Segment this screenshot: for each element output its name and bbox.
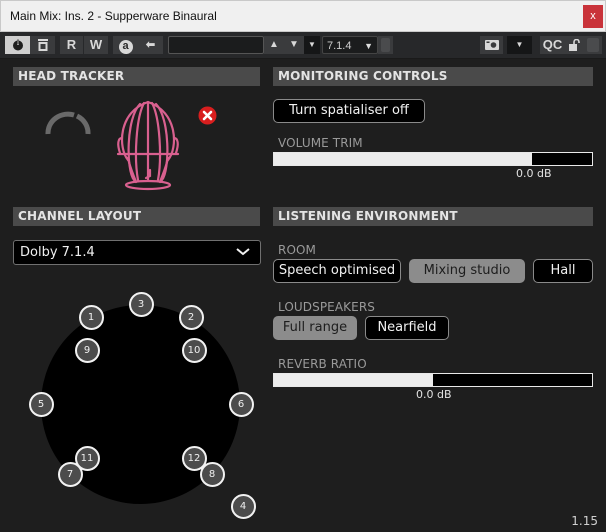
- arrow-button[interactable]: ⬅: [138, 36, 163, 54]
- format-toggle[interactable]: [378, 36, 393, 54]
- speaker-4[interactable]: 4: [230, 493, 256, 519]
- tracker-disconnected-icon[interactable]: [198, 106, 217, 125]
- preset-field[interactable]: [168, 36, 264, 54]
- loudspeaker-option-nearfield[interactable]: Nearfield: [365, 316, 449, 340]
- room-option-hall[interactable]: Hall: [533, 259, 593, 283]
- loudspeakers-label: LOUDSPEAKERS: [278, 300, 375, 314]
- caret-down-icon: ▼: [308, 40, 316, 49]
- volume-trim-fill: [274, 153, 532, 165]
- turn-spatialiser-off-button[interactable]: Turn spatialiser off: [273, 99, 425, 123]
- bypass-button[interactable]: [30, 36, 55, 54]
- auto-button[interactable]: a: [113, 36, 138, 54]
- reverb-ratio-fill: [274, 374, 433, 386]
- room-option-speech-optimised[interactable]: Speech optimised: [273, 259, 401, 283]
- speaker-5[interactable]: 5: [28, 391, 54, 417]
- preset-menu-button[interactable]: ▼: [304, 36, 320, 54]
- preset-prev-button[interactable]: ▲: [264, 36, 284, 54]
- preset-next-button[interactable]: ▼: [284, 36, 304, 54]
- power-button[interactable]: [5, 36, 30, 54]
- head-wireframe-icon: [116, 100, 180, 191]
- arrow-left-icon: ⬅: [145, 39, 156, 51]
- volume-trim-label: VOLUME TRIM: [278, 136, 363, 150]
- channel-layout-header: CHANNEL LAYOUT: [13, 207, 260, 226]
- reverb-ratio-slider[interactable]: [273, 373, 593, 387]
- headphones-icon: [45, 111, 91, 135]
- channel-format-value: 7.1.4: [327, 40, 352, 52]
- triangle-up-icon: ▲: [269, 39, 279, 50]
- close-button[interactable]: x: [583, 5, 603, 28]
- version-label: 1.15: [571, 514, 598, 528]
- auto-icon: a: [118, 40, 133, 54]
- speaker-9[interactable]: 9: [74, 337, 100, 363]
- speaker-3[interactable]: 3: [128, 291, 154, 317]
- chevron-down-icon: [236, 248, 250, 256]
- caret-down-icon: ▼: [364, 41, 373, 51]
- power-icon: [12, 39, 23, 51]
- reverb-ratio-value: 0.0 dB: [416, 388, 452, 401]
- listening-environment-header: LISTENING ENVIRONMENT: [273, 207, 593, 226]
- reverb-ratio-label: REVERB RATIO: [278, 357, 367, 371]
- camera-icon: [484, 40, 499, 50]
- qc-button[interactable]: QC: [540, 36, 565, 54]
- channel-layout-value: Dolby 7.1.4: [20, 245, 95, 260]
- settings-toggle[interactable]: [584, 36, 602, 54]
- volume-trim-value: 0.0 dB: [516, 167, 552, 180]
- speaker-1[interactable]: 1: [78, 304, 104, 330]
- title-bar: Main Mix: Ins. 2 - Supperware Binaural x: [0, 0, 606, 32]
- snapshot-menu-button[interactable]: ▼: [507, 36, 532, 54]
- caret-down-icon: ▼: [515, 40, 524, 49]
- speaker-6[interactable]: 6: [228, 391, 254, 417]
- room-option-mixing-studio[interactable]: Mixing studio: [409, 259, 525, 283]
- channel-layout-select[interactable]: Dolby 7.1.4: [13, 240, 261, 265]
- monitoring-controls-header: MONITORING CONTROLS: [273, 67, 593, 86]
- volume-trim-slider[interactable]: [273, 152, 593, 166]
- channel-format-select[interactable]: 7.1.4 ▼: [322, 36, 378, 54]
- speaker-10[interactable]: 10: [181, 337, 207, 363]
- lock-button[interactable]: [565, 36, 584, 54]
- write-automation-button[interactable]: W: [84, 36, 108, 54]
- unlock-icon: [568, 38, 580, 51]
- speaker-11[interactable]: 11: [74, 445, 100, 471]
- read-automation-button[interactable]: R: [60, 36, 83, 54]
- head-tracker-header: HEAD TRACKER: [13, 67, 260, 86]
- window-title: Main Mix: Ins. 2 - Supperware Binaural: [10, 9, 217, 23]
- triangle-down-icon: ▼: [289, 39, 299, 50]
- loudspeaker-option-full-range[interactable]: Full range: [273, 316, 357, 340]
- plugin-toolbar: R W a ⬅ ▲ ▼ ▼ 7.1.4 ▼ ▼ QC: [0, 32, 606, 59]
- room-label: ROOM: [278, 243, 316, 257]
- bypass-icon: [37, 39, 48, 51]
- snapshot-button[interactable]: [480, 36, 503, 54]
- speaker-12[interactable]: 12: [181, 445, 207, 471]
- speaker-2[interactable]: 2: [178, 304, 204, 330]
